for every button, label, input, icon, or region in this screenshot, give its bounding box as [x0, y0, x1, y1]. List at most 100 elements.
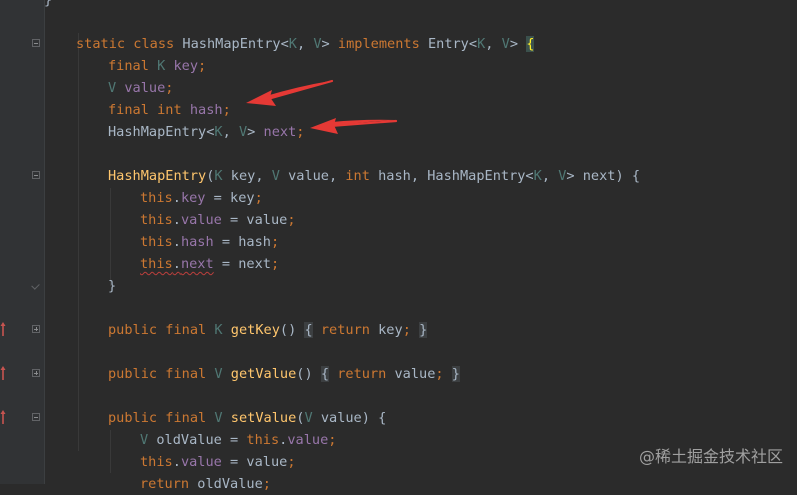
code-line[interactable]: this.hash = hash;	[0, 231, 797, 253]
code-token: oldValue =	[148, 432, 247, 448]
code-token: getKey	[230, 322, 280, 338]
code-line[interactable]: HashMapEntry(K key, V value, int hash, H…	[0, 165, 797, 187]
code-token: V	[214, 410, 223, 426]
code-line[interactable]: public final K getKey() { return key; }	[0, 319, 797, 341]
code-token: V	[214, 366, 223, 382]
code-token: Entry<	[419, 36, 478, 52]
code-text: final int hash;	[108, 99, 231, 121]
code-text: this.value = value;	[140, 451, 296, 473]
code-token: {	[304, 322, 313, 338]
code-token: >	[509, 36, 527, 52]
code-token: final	[108, 102, 149, 118]
code-line[interactable]: return oldValue;	[0, 473, 797, 495]
watermark: @稀土掘金技术社区	[638, 447, 783, 466]
code-text: return oldValue;	[140, 473, 271, 495]
code-token: hash, HashMapEntry<	[369, 168, 534, 184]
code-line[interactable]: }	[0, 275, 797, 297]
code-token: this	[140, 190, 173, 206]
code-token: V	[238, 124, 248, 140]
code-token: ;	[296, 124, 305, 140]
fold-collapse-icon[interactable]	[32, 413, 40, 421]
code-line[interactable]	[0, 297, 797, 319]
code-text: this.key = key;	[140, 187, 263, 209]
code-token: next	[180, 256, 214, 272]
code-token: HashMapEntry<	[108, 124, 215, 140]
code-token: key	[180, 190, 206, 206]
code-line[interactable]: public final V setValue(V value) {	[0, 407, 797, 429]
code-line[interactable]: V value;	[0, 77, 797, 99]
override-up-arrow-icon[interactable]	[0, 409, 6, 425]
code-line[interactable]: static class HashMapEntry<K, V> implemen…	[0, 33, 797, 55]
code-token: this	[140, 454, 173, 470]
override-up-arrow-icon[interactable]	[0, 365, 6, 381]
code-line[interactable]: HashMapEntry<K, V> next;	[0, 121, 797, 143]
code-line[interactable]	[0, 143, 797, 165]
code-token: int	[157, 102, 182, 118]
code-line[interactable]: final K key;	[0, 55, 797, 77]
code-token: ;	[254, 190, 263, 206]
code-token: ;	[165, 80, 174, 96]
code-token: ()	[296, 366, 321, 382]
code-token: value	[287, 432, 329, 448]
code-token: .	[172, 454, 181, 470]
code-line[interactable]: this.key = key;	[0, 187, 797, 209]
code-token: V	[313, 36, 322, 52]
code-token: }	[419, 322, 428, 338]
code-token: value	[180, 454, 222, 470]
fold-collapse-icon[interactable]	[32, 171, 40, 179]
code-text: this.hash = hash;	[140, 231, 279, 253]
code-token: ;	[287, 454, 296, 470]
fold-end-icon[interactable]	[32, 281, 40, 289]
code-line[interactable]: }	[0, 0, 797, 11]
override-up-arrow-icon[interactable]	[0, 321, 6, 337]
code-token: ;	[270, 234, 280, 250]
code-line[interactable]: public final V getValue() { return value…	[0, 363, 797, 385]
code-line[interactable]: this.value = value;	[0, 209, 797, 231]
fold-expand-icon[interactable]	[32, 325, 40, 333]
code-token: final	[165, 366, 207, 382]
code-line[interactable]	[0, 385, 797, 407]
code-token: this	[140, 234, 173, 250]
code-token: return	[320, 322, 370, 338]
code-token: ,	[485, 36, 502, 52]
code-lines[interactable]: } static class HashMapEntry<K, V> impleme…	[0, 0, 797, 495]
code-token: hash	[180, 234, 214, 250]
code-token: hash	[189, 102, 223, 118]
code-token: static	[76, 36, 126, 52]
code-token: K	[288, 36, 297, 52]
code-token: HashMapEntry<	[174, 36, 289, 52]
code-line[interactable]	[0, 341, 797, 363]
code-token: V	[271, 168, 280, 184]
warning-underline[interactable]: this.next	[140, 256, 214, 272]
code-token: key,	[222, 168, 272, 184]
code-token: class	[133, 36, 175, 52]
code-token: ,	[296, 36, 314, 52]
code-token: = key	[205, 190, 255, 206]
code-token: .	[172, 190, 181, 206]
code-token: next	[263, 124, 297, 140]
code-token: }	[44, 0, 53, 8]
code-text: HashMapEntry<K, V> next;	[108, 121, 304, 143]
fold-collapse-icon[interactable]	[32, 39, 40, 47]
code-line[interactable]: this.next = next;	[0, 253, 797, 275]
code-token: final	[165, 410, 207, 426]
code-text: }	[108, 275, 116, 297]
code-text: public final V setValue(V value) {	[108, 407, 386, 429]
code-token: >	[321, 36, 338, 52]
code-line[interactable]: final int hash;	[0, 99, 797, 121]
code-token: K	[214, 322, 223, 338]
code-token: setValue	[230, 410, 297, 426]
fold-expand-icon[interactable]	[32, 369, 40, 377]
code-token: {	[320, 366, 330, 382]
code-token: value	[124, 80, 166, 96]
code-token: public	[108, 322, 158, 338]
code-token: return	[140, 476, 190, 492]
code-editor[interactable]: } static class HashMapEntry<K, V> impleme…	[0, 0, 797, 492]
code-token: = value	[221, 454, 288, 470]
code-line[interactable]	[0, 11, 797, 33]
